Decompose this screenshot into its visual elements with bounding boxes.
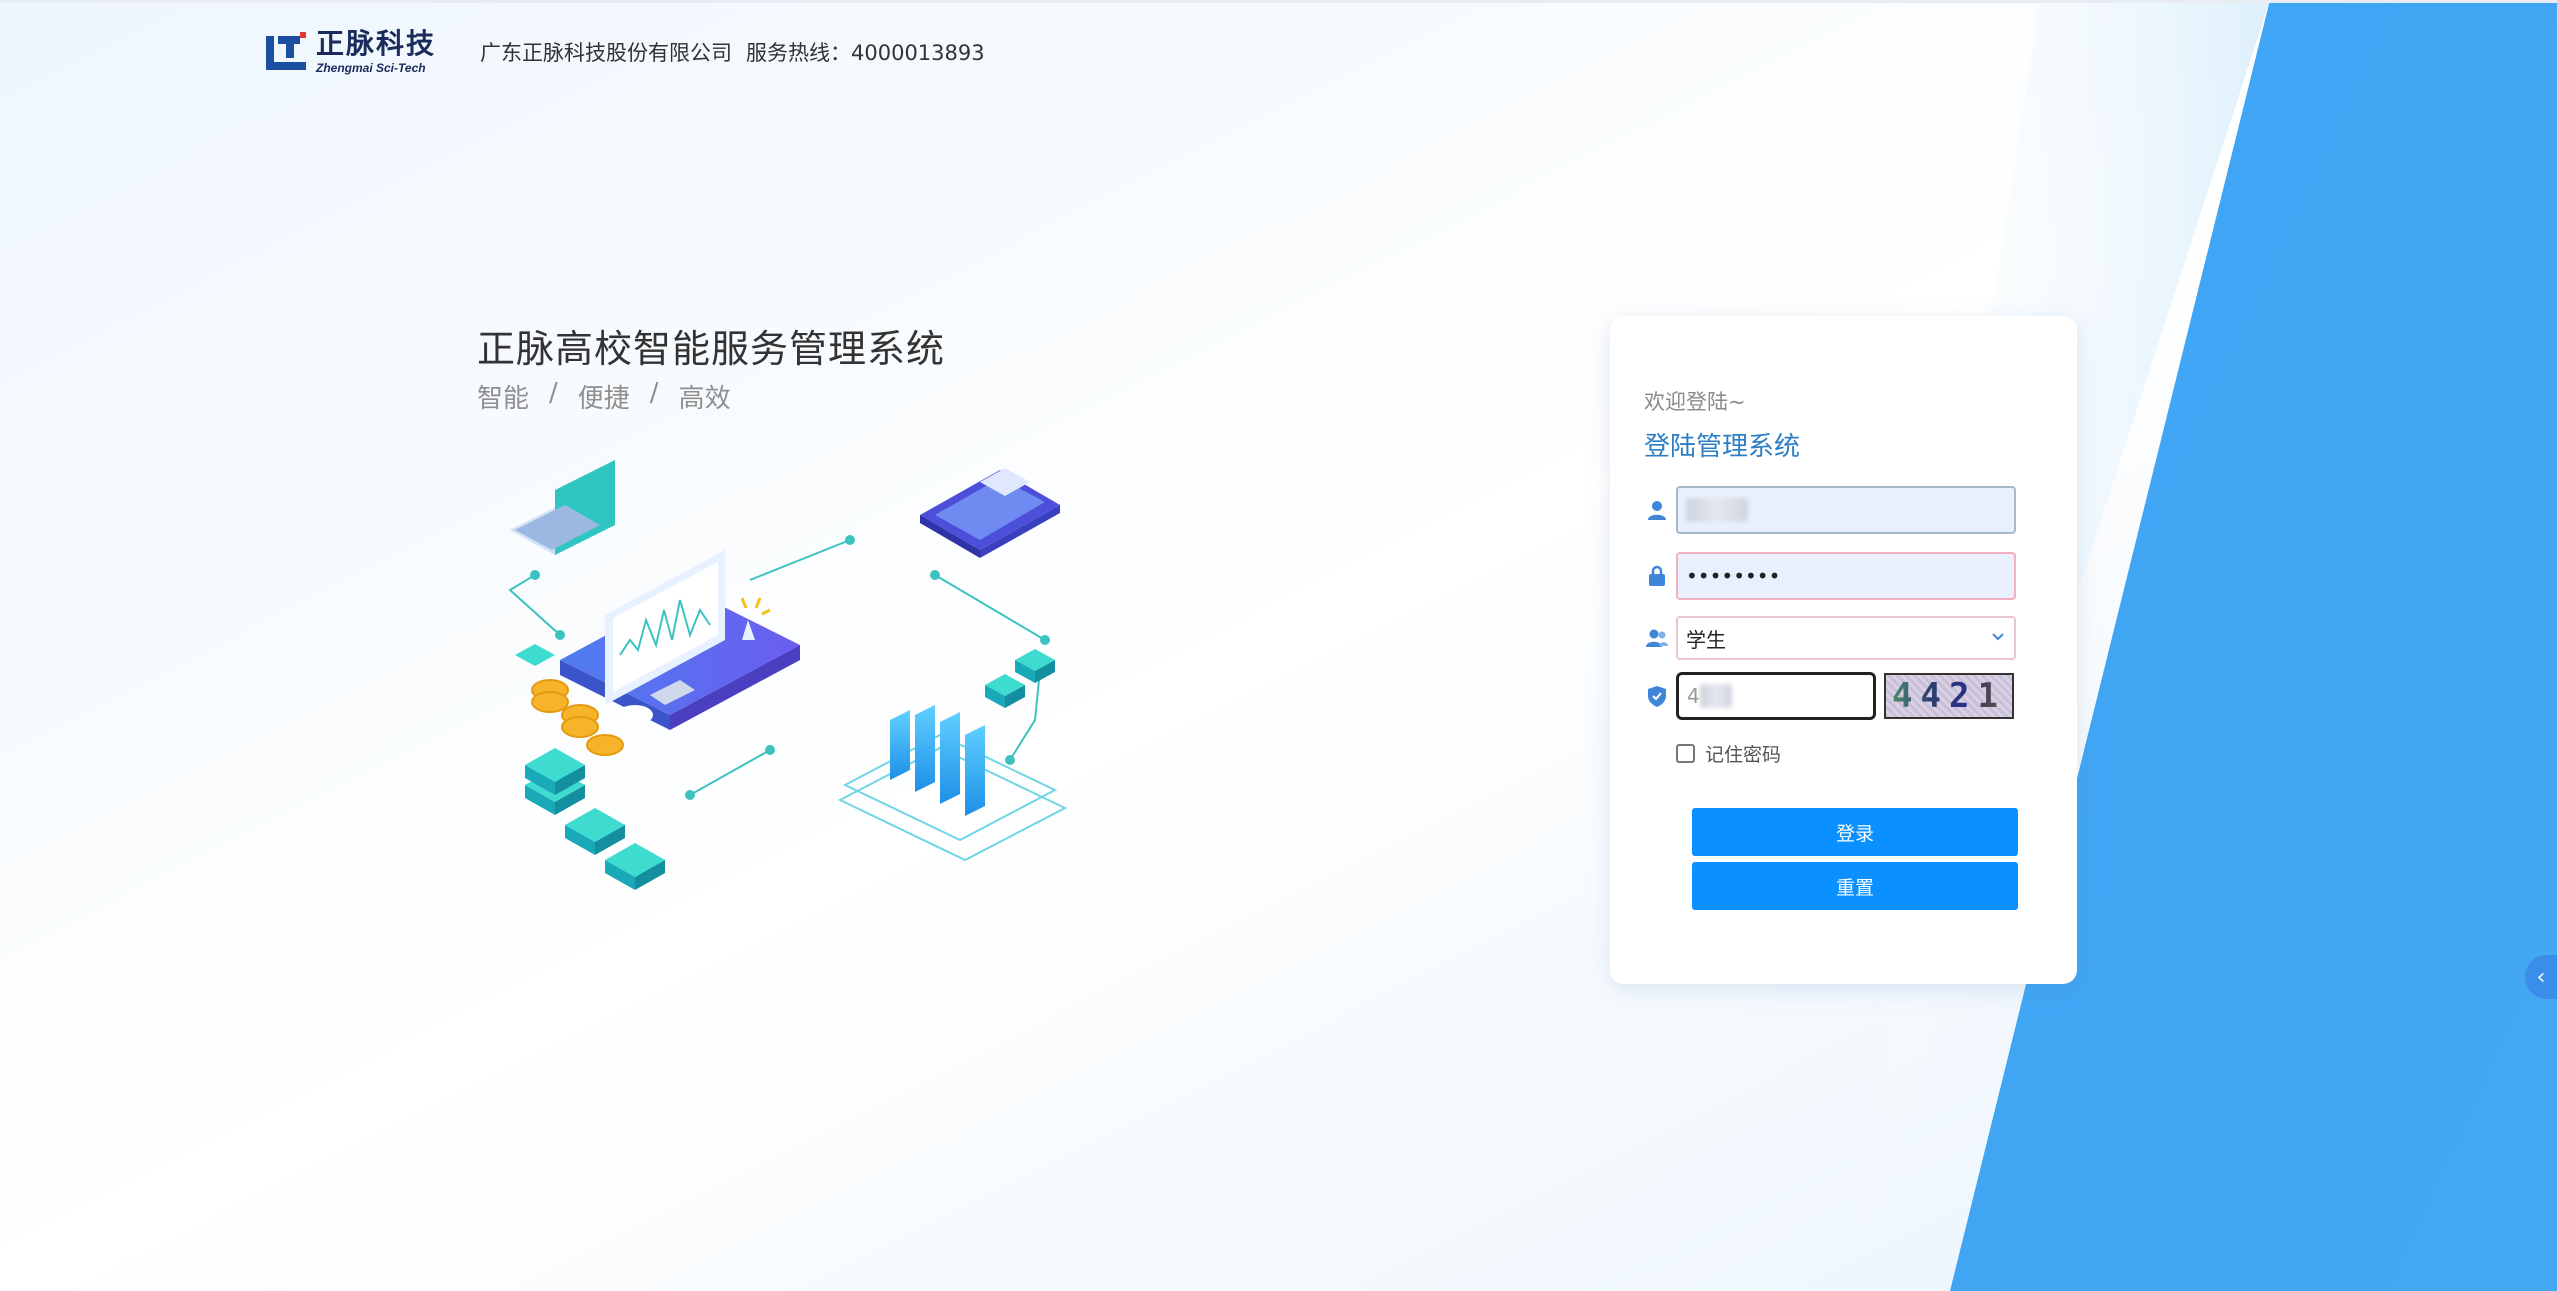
username-value-blurred (1686, 498, 1748, 522)
logo-text: 正脉科技 Zhengmai Sci-Tech (316, 27, 437, 75)
remember-password[interactable]: 记住密码 (1676, 740, 1781, 767)
remember-label: 记住密码 (1705, 744, 1782, 766)
login-button[interactable]: 登录 (1692, 808, 2018, 856)
desk-computer-icon (560, 550, 800, 730)
slogan-efficient: 高效 (678, 384, 731, 414)
lock-icon (1644, 563, 1670, 589)
shield-check-icon (1644, 683, 1670, 709)
password-row: •••••••• (1644, 552, 2024, 600)
background-decoration (0, 0, 2557, 1291)
captcha-typed-value: 4 (1687, 684, 1700, 708)
login-title: 登陆管理系统 (1644, 432, 1801, 462)
slogan-smart: 智能 (477, 384, 530, 414)
bar-chart-illustration (837, 705, 1068, 862)
user-icon (1644, 497, 1670, 523)
slogan-separator: / (549, 378, 558, 408)
company-name: 广东正脉科技股份有限公司 (480, 41, 732, 65)
company-logo[interactable]: 正脉科技 Zhengmai Sci-Tech (264, 24, 454, 80)
role-select[interactable]: 学生 (1676, 616, 2016, 660)
chevron-down-icon (1990, 626, 2006, 650)
logo-mark-icon (266, 32, 306, 70)
side-collapse-tab[interactable]: ‹ (2525, 955, 2557, 999)
username-input[interactable] (1676, 486, 2016, 534)
captcha-value-blurred (1699, 684, 1732, 708)
welcome-text: 欢迎登陆~ (1644, 390, 1746, 414)
company-info: 广东正脉科技股份有限公司 服务热线：4000013893 (480, 37, 985, 67)
role-selected-value: 学生 (1686, 627, 1726, 652)
captcha-input[interactable]: 4 (1676, 672, 1876, 720)
top-border (0, 0, 2557, 3)
users-icon (1644, 625, 1670, 651)
service-hotline: 服务热线：4000013893 (746, 41, 985, 65)
slogan-separator: / (649, 378, 659, 408)
slogan-convenient: 便捷 (577, 384, 630, 414)
chevron-left-icon: ‹ (2536, 964, 2546, 990)
login-card: 欢迎登陆~ 登陆管理系统 •••••••• 学生 4 4421 记住密码 登录 … (1610, 316, 2077, 984)
remember-checkbox[interactable] (1676, 744, 1695, 763)
hero-illustration (508, 460, 1068, 890)
system-title: 正脉高校智能服务管理系统 (477, 327, 946, 371)
role-row: 学生 (1644, 614, 2024, 662)
captcha-image[interactable]: 4421 (1884, 673, 2014, 719)
laptop-icon (510, 460, 615, 555)
logo-chinese-name: 正脉科技 (316, 27, 437, 60)
calculator-icon (920, 468, 1060, 558)
reset-button[interactable]: 重置 (1692, 862, 2018, 910)
login-page: 正脉科技 Zhengmai Sci-Tech 广东正脉科技股份有限公司 服务热线：… (0, 0, 2557, 1291)
header: 正脉科技 Zhengmai Sci-Tech 广东正脉科技股份有限公司 服务热线：… (264, 24, 985, 80)
password-input[interactable]: •••••••• (1676, 552, 2016, 600)
system-slogan: 智能 / 便捷 / 高效 (477, 378, 731, 415)
captcha-code: 4421 (1892, 676, 2006, 716)
cloud-icon (617, 705, 653, 725)
logo-english-name: Zhengmai Sci-Tech (316, 61, 426, 75)
username-row (1644, 486, 2024, 534)
captcha-row: 4 4421 (1644, 672, 2024, 720)
